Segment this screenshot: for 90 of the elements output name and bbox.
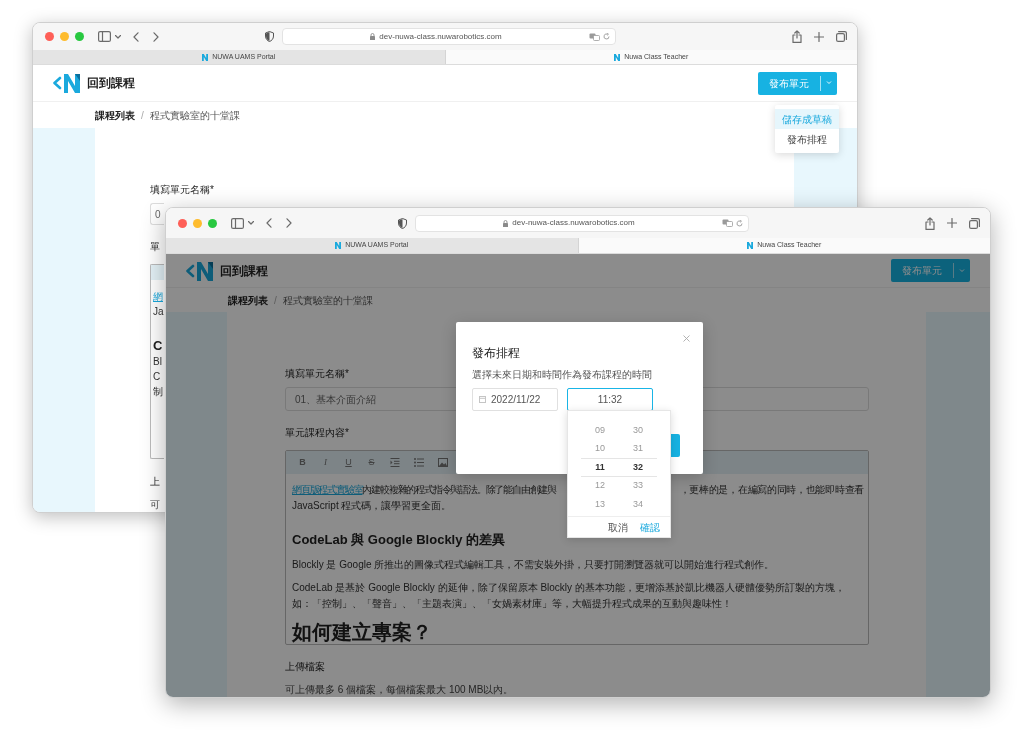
time-option[interactable]: 12 [581, 476, 619, 495]
zoom-button[interactable] [208, 218, 217, 228]
dialog-title: 發布排程 [472, 345, 521, 362]
link[interactable]: 網 [153, 292, 163, 302]
logo-icon [202, 53, 209, 61]
underline-button[interactable]: U [344, 455, 353, 470]
breadcrumb-separator: / [141, 108, 144, 123]
address-bar[interactable]: dev-nuwa-class.nuwarobotics.com [282, 28, 616, 46]
back-icon[interactable] [133, 31, 139, 42]
editor-toolbar [151, 265, 164, 280]
section-label: 上 [150, 475, 160, 489]
logo-icon [53, 72, 81, 94]
share-icon[interactable] [925, 216, 935, 230]
logo-icon [335, 242, 342, 249]
text-line: 內建較複雜的程式指令與語法。除了能自由創建與 [362, 483, 556, 497]
time-option[interactable]: 33 [619, 476, 657, 495]
breadcrumb-link[interactable]: 課程列表 [228, 292, 268, 308]
shield-icon[interactable] [265, 31, 274, 43]
note-text: 可 [150, 498, 160, 512]
reload-icon[interactable] [736, 219, 743, 227]
time-option[interactable]: 13 [581, 495, 619, 514]
breadcrumb-link[interactable]: 課程列表 [95, 107, 135, 123]
image-icon[interactable] [438, 458, 448, 467]
zoom-button[interactable] [75, 32, 84, 42]
back-link[interactable]: 回到課程 [220, 261, 268, 280]
editor-box[interactable]: 網 Ja C Bl C 制 [150, 264, 164, 459]
text-line: Ja [153, 307, 164, 317]
heading: C [153, 339, 163, 352]
time-option[interactable]: 34 [619, 495, 657, 514]
shield-icon[interactable] [398, 217, 407, 229]
chevron-down-icon[interactable] [248, 221, 254, 225]
time-option[interactable]: 10 [581, 439, 619, 458]
close-icon[interactable] [683, 335, 690, 342]
list-icon[interactable] [414, 458, 424, 467]
menu-item[interactable]: 發布排程 [775, 129, 839, 149]
calendar-icon [479, 396, 486, 403]
field-label: 單元課程內容* [285, 426, 349, 440]
time-option[interactable]: 11 [581, 458, 619, 477]
paragraph: Blockly 是 Google 所推出的圖像式程式編輯工具，不需安裝外掛，只要打開瀏覽器就可以開始進行程式創作。 [292, 557, 776, 572]
time-option[interactable]: 30 [619, 421, 657, 440]
indent-icon[interactable] [390, 458, 400, 467]
lock-icon [370, 33, 376, 41]
text-line: ，更棒的是，在編寫的同時，也能即時查看 [679, 483, 864, 497]
share-icon[interactable] [792, 30, 802, 44]
dialog-text: 選擇未來日期和時間作為發布課程的時間 [472, 368, 653, 382]
tabs-icon[interactable] [969, 217, 980, 229]
text-line: JavaScript 程式碼，讓學習更全面。 [292, 499, 452, 513]
forward-icon[interactable] [153, 31, 159, 42]
breadcrumb-separator: / [274, 293, 277, 308]
paragraph: CodeLab 是基於 Google Blockly 的延伸，除了保留原本 Blockly 的基本功能，更增添基於凱比機器人硬體優勢所訂製的方塊，如：「控制」、「聲音」、「主題表演」、「女媧素材庫」等，大幅提升程式成果的互動與趣味性！ [292, 580, 846, 611]
field-label: 單 [150, 240, 160, 254]
time-option[interactable]: 31 [619, 439, 657, 458]
back-link[interactable]: 回到課程 [87, 74, 135, 92]
tabs-icon[interactable] [836, 31, 847, 43]
address-bar[interactable]: dev-nuwa-class.nuwarobotics.com [415, 214, 749, 232]
italic-button[interactable]: I [321, 455, 330, 470]
text-line: 制 [153, 387, 163, 397]
field-label: 填寫單元名稱* [285, 367, 349, 381]
lock-icon [503, 219, 509, 227]
translate-icon[interactable] [589, 32, 600, 41]
plus-icon[interactable] [814, 31, 824, 42]
input-field[interactable]: 0 [150, 203, 164, 225]
text-line: Bl [153, 357, 162, 367]
heading: CodeLab 與 Google Blockly 的差異 [292, 531, 507, 549]
logo-icon [747, 242, 754, 249]
heading: 如何建立專案？ [292, 619, 433, 644]
date-field[interactable]: 2022/11/22 [472, 388, 558, 411]
url-text: dev-nuwa-class.nuwarobotics.com [379, 30, 502, 43]
close-button[interactable] [45, 32, 54, 42]
forward-icon[interactable] [286, 218, 292, 228]
section-label: 上傳檔案 [285, 660, 325, 674]
logo-icon [186, 259, 214, 282]
back-icon[interactable] [266, 218, 272, 228]
confirm-button[interactable]: 確認 [640, 519, 660, 535]
time-option[interactable]: 32 [619, 458, 657, 477]
close-button[interactable] [178, 218, 187, 228]
note-text: 可上傳最多 6 個檔案，每個檔案最大 100 MB以內。 [285, 683, 514, 697]
translate-icon[interactable] [722, 219, 733, 227]
plus-icon[interactable] [947, 218, 957, 228]
reload-icon[interactable] [603, 33, 610, 41]
url-text: dev-nuwa-class.nuwarobotics.com [512, 217, 635, 229]
field-label: 填寫單元名稱* [150, 183, 214, 197]
text-line: C [153, 372, 161, 382]
sidebar-icon[interactable] [98, 31, 111, 43]
cancel-button[interactable]: 取消 [608, 519, 628, 535]
logo-icon [614, 53, 621, 61]
strikethrough-button[interactable]: S [367, 455, 376, 470]
sidebar-icon[interactable] [231, 217, 244, 229]
time-option[interactable]: 09 [581, 421, 619, 440]
chevron-down-icon[interactable] [115, 34, 121, 39]
